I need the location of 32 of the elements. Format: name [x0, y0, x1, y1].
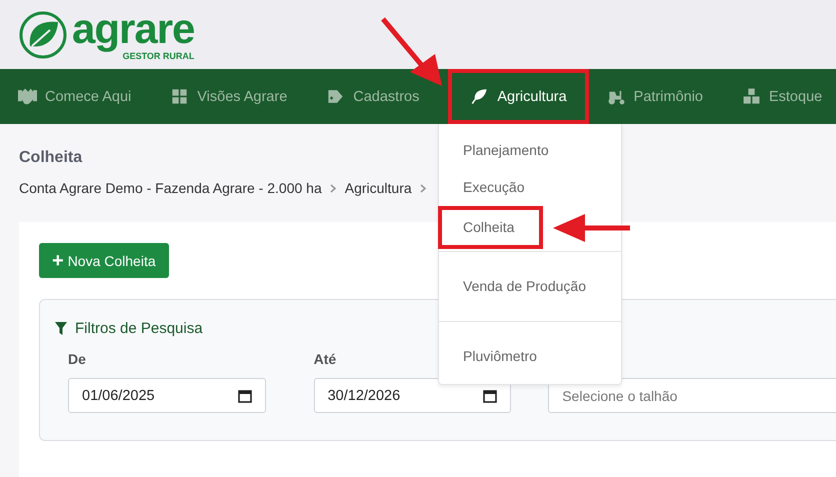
nav-item[interactable]: Comece Aqui: [0, 69, 152, 124]
field-label: De: [68, 351, 86, 369]
leaf-logo-icon: [18, 10, 68, 60]
grid-icon: [170, 87, 190, 106]
nav-item[interactable]: Cadastros: [308, 69, 440, 124]
boxes-icon: [742, 87, 761, 106]
menu-item[interactable]: Venda de Produção: [439, 268, 621, 305]
nav-item[interactable]: Patrimônio: [588, 69, 724, 124]
filter-icon: [55, 322, 67, 335]
field-label: Até: [314, 351, 336, 369]
brand-tagline: GESTOR RURAL: [122, 51, 194, 62]
date-field[interactable]: 30/12/2026: [314, 378, 512, 413]
filter-title: Filtros de Pesquisa: [75, 320, 203, 337]
chevron-icon: [330, 184, 337, 192]
nav-item[interactable]: Agricultura: [448, 69, 589, 124]
leaf-icon: [470, 87, 490, 106]
menu-item[interactable]: Execução: [439, 169, 621, 206]
calendar-icon: [238, 388, 252, 402]
nav-item[interactable]: Visões Agrare: [152, 69, 308, 124]
menu-item[interactable]: Planejamento: [439, 132, 621, 169]
page-title: Colheita: [19, 149, 82, 167]
new-harvest-button[interactable]: + Nova Colheita: [39, 243, 169, 278]
calendar-icon: [483, 388, 498, 402]
select-field[interactable]: Selecione o talhão: [548, 378, 836, 413]
nav-item[interactable]: Estoque: [724, 69, 836, 124]
date-field[interactable]: 01/06/2025: [68, 378, 266, 413]
annotation-arrow: [380, 16, 444, 88]
brand-name: agrare: [72, 7, 194, 51]
breadcrumb-item[interactable]: Agricultura: [344, 180, 412, 196]
tag-icon: [326, 87, 346, 106]
menu-item[interactable]: Pluviômetro: [439, 338, 621, 375]
breadcrumb-item: Conta Agrare Demo - Fazenda Agrare - 2.000 ha: [19, 180, 322, 196]
